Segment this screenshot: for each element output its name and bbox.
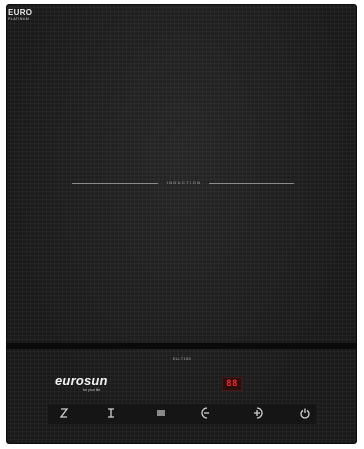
led-display: 88 — [222, 377, 242, 391]
model-number: EU-T155 — [172, 356, 192, 361]
control-panel-divider — [6, 343, 357, 349]
child-lock-button[interactable] — [56, 405, 72, 421]
brand-wordmark: eurosun — [55, 373, 108, 388]
plus-button[interactable] — [250, 405, 266, 421]
minus-button[interactable] — [198, 405, 214, 421]
timer-button[interactable] — [103, 405, 119, 421]
badge-line-1: EURO — [8, 8, 33, 17]
touch-control-strip — [48, 404, 316, 424]
timer-icon — [108, 408, 114, 418]
induction-label: INDUCTION — [166, 180, 202, 185]
euro-platinum-badge: EURO PLATINUM — [8, 9, 32, 22]
power-button[interactable] — [297, 405, 313, 421]
brand-tagline: for your life — [83, 388, 101, 392]
badge-line-2: PLATINUM — [8, 17, 30, 21]
menu-icon — [157, 410, 165, 416]
brand-logo: eurosun for your life — [55, 374, 127, 396]
cooking-zone-line-right — [209, 183, 294, 184]
cooking-zone-line-left — [72, 183, 158, 184]
child-lock-icon — [59, 408, 69, 418]
plus-icon — [254, 407, 263, 419]
minus-icon — [201, 407, 209, 419]
menu-button[interactable] — [153, 405, 169, 421]
power-icon — [300, 408, 310, 419]
